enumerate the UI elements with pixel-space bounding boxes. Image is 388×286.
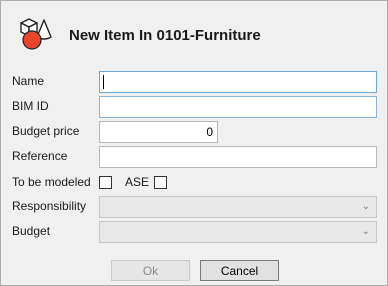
budget-price-label: Budget price xyxy=(12,124,80,138)
chevron-down-icon: ⌄ xyxy=(361,226,370,237)
text-cursor xyxy=(103,75,104,89)
bim-id-field[interactable] xyxy=(99,96,377,118)
reference-label: Reference xyxy=(12,149,68,163)
chevron-down-icon: ⌄ xyxy=(361,201,370,212)
ase-checkbox[interactable] xyxy=(154,176,167,189)
shapes-icon xyxy=(20,18,52,50)
dialog-title: New Item In 0101-Furniture xyxy=(69,27,261,44)
budget-price-field[interactable] xyxy=(99,121,218,143)
name-field[interactable] xyxy=(99,71,377,93)
name-label: Name xyxy=(12,74,45,88)
responsibility-label: Responsibility xyxy=(12,199,87,213)
responsibility-select[interactable]: ⌄ xyxy=(99,196,377,218)
new-item-dialog: New Item In 0101-Furniture Name BIM ID B… xyxy=(0,0,388,286)
to-be-modeled-checkbox[interactable] xyxy=(99,176,112,189)
budget-label: Budget xyxy=(12,224,51,238)
budget-select[interactable]: ⌄ xyxy=(99,221,377,243)
cancel-button[interactable]: Cancel xyxy=(200,260,279,281)
ok-button[interactable]: Ok xyxy=(111,260,190,281)
to-be-modeled-label: To be modeled xyxy=(12,175,91,189)
bim-id-label: BIM ID xyxy=(12,99,49,113)
ase-label: ASE xyxy=(125,175,150,189)
reference-field[interactable] xyxy=(99,146,377,168)
dialog-header: New Item In 0101-Furniture xyxy=(1,1,387,63)
